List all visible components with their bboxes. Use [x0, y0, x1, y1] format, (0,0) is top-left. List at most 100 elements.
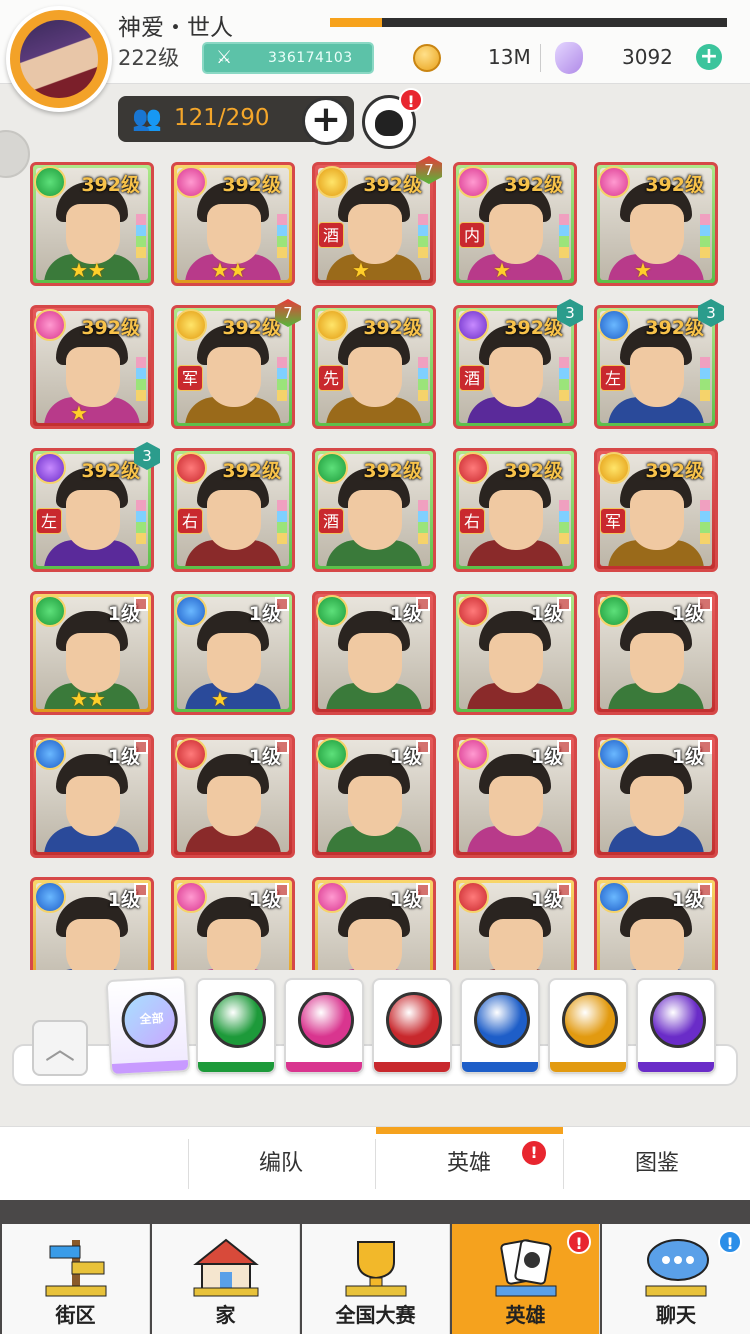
- hero-card[interactable]: 1级 ★: [171, 591, 295, 715]
- nav-district[interactable]: 街区: [2, 1224, 150, 1334]
- avatar[interactable]: [6, 6, 112, 112]
- filter-tab-heart[interactable]: [284, 978, 364, 1074]
- hero-stat-bars: [136, 357, 146, 401]
- hero-card[interactable]: 1级 ★★: [30, 591, 154, 715]
- hero-corner-icon: [698, 597, 712, 611]
- hero-card[interactable]: 392级右: [453, 448, 577, 572]
- club-icon: [386, 992, 442, 1048]
- hero-card[interactable]: 1级: [312, 734, 436, 858]
- hero-card[interactable]: 1级: [30, 877, 154, 970]
- add-gems-button[interactable]: +: [696, 44, 722, 70]
- hero-card[interactable]: 392级左 3: [594, 299, 724, 429]
- expand-roster-button[interactable]: +: [302, 97, 350, 145]
- hero-card[interactable]: 392级右: [171, 448, 295, 572]
- filter-tab-spade[interactable]: [196, 978, 276, 1074]
- hero-card[interactable]: 1级: [594, 734, 718, 858]
- hero-stat-bars: [136, 500, 146, 544]
- hero-rank-tag: 军: [177, 365, 203, 391]
- currency-divider: [540, 44, 541, 72]
- hero-card[interactable]: 392级军 7: [171, 299, 301, 429]
- gold-element-icon: [316, 166, 348, 198]
- hero-card[interactable]: 392级 ★★: [30, 162, 154, 286]
- hero-cards-icon: [495, 1239, 557, 1297]
- hero-corner-icon: [134, 740, 148, 754]
- hero-stat-bars: [418, 500, 428, 544]
- collapse-button[interactable]: ︿: [32, 1020, 88, 1076]
- hero-card[interactable]: 392级 ★: [30, 305, 154, 429]
- filter-tab-sun[interactable]: [548, 978, 628, 1074]
- recruit-button[interactable]: !: [362, 88, 423, 149]
- house-icon: [193, 1238, 259, 1297]
- recruit-alert-badge: !: [399, 88, 423, 112]
- signpost-icon: [45, 1240, 107, 1297]
- hero-corner-icon: [416, 740, 430, 754]
- hero-rank-tag: 左: [600, 365, 626, 391]
- hero-card[interactable]: 1级: [30, 734, 154, 858]
- purple-element-icon: [457, 309, 489, 341]
- nav-national[interactable]: 全国大赛: [302, 1224, 450, 1334]
- hero-stars: ★: [634, 258, 652, 282]
- hero-card[interactable]: 392级内 ★: [453, 162, 577, 286]
- blue-element-icon: [598, 738, 630, 770]
- hero-card[interactable]: 1级: [171, 734, 295, 858]
- hero-stat-bars: [277, 357, 287, 401]
- hero-card[interactable]: 392级左 3: [30, 442, 160, 572]
- pink-element-icon: [598, 166, 630, 198]
- green-element-icon: [316, 595, 348, 627]
- filter-color-strip: [198, 1062, 274, 1072]
- hero-card[interactable]: 1级: [594, 877, 718, 970]
- filter-tab-diamond[interactable]: [460, 978, 540, 1074]
- player-id-box[interactable]: ⚔ 336174103: [202, 42, 374, 74]
- filter-tab-club[interactable]: [372, 978, 452, 1074]
- nav-home[interactable]: 家: [152, 1224, 300, 1334]
- red-element-icon: [175, 452, 207, 484]
- hero-card[interactable]: 1级: [453, 734, 577, 858]
- filter-tab-all[interactable]: 全部: [105, 975, 191, 1077]
- nav-home-label: 家: [215, 1303, 236, 1327]
- heart-icon: [298, 992, 354, 1048]
- hero-card[interactable]: 392级酒 3: [453, 299, 583, 429]
- blue-element-icon: [598, 309, 630, 341]
- hero-level: 392级: [363, 174, 422, 196]
- hero-card[interactable]: 392级 ★: [594, 162, 718, 286]
- filter-color-strip: [374, 1062, 450, 1072]
- hero-card[interactable]: 392级酒: [312, 448, 436, 572]
- hero-card[interactable]: 392级酒 ★ 7: [312, 156, 442, 286]
- tab-formation[interactable]: 编队: [188, 1127, 374, 1201]
- coin-icon: [413, 44, 441, 72]
- filter-tab-moon[interactable]: [636, 978, 716, 1074]
- moon-icon: [650, 992, 706, 1048]
- player-level: 222级: [118, 46, 180, 70]
- spade-icon: [210, 992, 266, 1048]
- red-element-icon: [457, 452, 489, 484]
- hero-stat-bars: [700, 214, 710, 258]
- pink-element-icon: [457, 738, 489, 770]
- player-id: 336174103: [268, 50, 353, 66]
- hero-card[interactable]: 1级: [312, 877, 436, 970]
- hero-card[interactable]: 392级先: [312, 305, 436, 429]
- blue-element-icon: [34, 738, 66, 770]
- chat-bubble-icon: [645, 1239, 709, 1297]
- hero-level: 392级: [222, 460, 281, 482]
- red-element-icon: [175, 738, 207, 770]
- filter-color-strip: [462, 1062, 538, 1072]
- hero-corner-icon: [557, 597, 571, 611]
- hero-card[interactable]: 1级: [594, 591, 718, 715]
- filter-all-label: 全部: [139, 1011, 164, 1027]
- hero-grid: 392级 ★★ 392级 ★★ 392级酒 ★ 7 392级内 ★ 392级 ★ 392级 ★ 392级军…: [0, 150, 750, 970]
- sun-icon: [562, 992, 618, 1048]
- hero-card[interactable]: 1级: [171, 877, 295, 970]
- tab-codex[interactable]: 图鉴: [564, 1127, 750, 1201]
- hero-level: 392级: [645, 174, 704, 196]
- hero-card[interactable]: 1级: [453, 591, 577, 715]
- hero-card[interactable]: 392级军: [594, 448, 718, 572]
- blue-element-icon: [598, 881, 630, 913]
- hero-stars: ★★: [70, 687, 106, 711]
- hero-level: 392级: [504, 460, 563, 482]
- hero-card[interactable]: 392级 ★★: [171, 162, 295, 286]
- pink-element-icon: [316, 881, 348, 913]
- nav-chat[interactable]: 聊天 !: [602, 1224, 750, 1334]
- nav-heroes[interactable]: 英雄 !: [452, 1224, 600, 1334]
- hero-card[interactable]: 1级: [312, 591, 436, 715]
- hero-card[interactable]: 1级: [453, 877, 577, 970]
